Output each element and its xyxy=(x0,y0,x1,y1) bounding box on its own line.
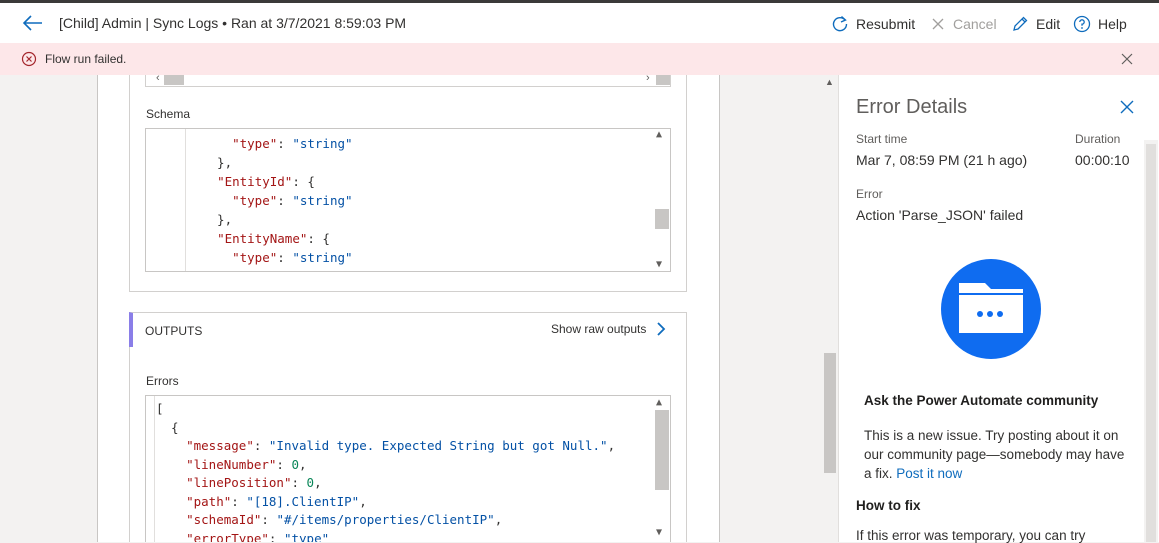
scroll-up-icon[interactable]: ▲ xyxy=(656,397,662,408)
errors-line-3: "lineNumber": 0, xyxy=(186,457,307,472)
scrollbar-thumb[interactable] xyxy=(1146,144,1156,542)
scrollbar-thumb[interactable] xyxy=(164,75,184,85)
outputs-section-label: OUTPUTS xyxy=(145,324,203,338)
errors-vertical-scrollbar[interactable]: ▲ ▼ xyxy=(654,396,670,542)
scrollbar-thumb[interactable] xyxy=(824,353,836,473)
duration-label: Duration xyxy=(1075,132,1121,146)
page-title: [Child] Admin | Sync Logs • Ran at 3/7/2… xyxy=(59,15,407,31)
edit-button[interactable]: Edit xyxy=(1011,13,1060,35)
schema-vertical-scrollbar[interactable]: ▲ ▼ xyxy=(654,129,670,271)
line-gutter xyxy=(154,396,155,542)
panel-title: Error Details xyxy=(856,96,968,118)
line-gutter xyxy=(146,129,186,271)
resubmit-button[interactable]: Resubmit xyxy=(831,13,915,35)
duration-value: 00:00:10 xyxy=(1075,152,1130,168)
how-to-fix-text: If this error was temporary, you can try xyxy=(856,528,1086,543)
scroll-up-icon[interactable]: ▲ xyxy=(656,129,662,140)
scroll-corner xyxy=(656,75,670,85)
help-label: Help xyxy=(1098,16,1127,32)
cancel-button[interactable]: Cancel xyxy=(930,13,997,35)
start-time-label: Start time xyxy=(856,132,908,146)
panel-scrollbar[interactable] xyxy=(1144,140,1158,542)
command-bar: [Child] Admin | Sync Logs • Ran at 3/7/2… xyxy=(0,3,1159,43)
scroll-down-icon[interactable]: ▼ xyxy=(656,527,662,538)
error-value: Action 'Parse_JSON' failed xyxy=(856,207,1024,223)
chevron-right-icon xyxy=(657,322,666,336)
back-arrow-icon[interactable] xyxy=(22,13,44,33)
errors-line-6: "schemaId": "#/items/properties/ClientIP… xyxy=(186,512,503,527)
schema-label: Schema xyxy=(146,107,191,121)
cancel-icon xyxy=(932,18,944,30)
schema-line-1: }, xyxy=(202,155,233,170)
scroll-right-icon[interactable]: › xyxy=(646,72,650,84)
banner-message: Flow run failed. xyxy=(45,52,127,66)
show-raw-outputs-label: Show raw outputs xyxy=(551,322,647,336)
error-circle-icon xyxy=(21,51,37,72)
schema-line-0: "type": "string" xyxy=(232,136,353,151)
errors-line-7: "errorType": "type" xyxy=(186,531,330,542)
edit-pencil-icon xyxy=(1013,16,1028,31)
start-time-value: Mar 7, 08:59 PM (21 h ago) xyxy=(856,152,1028,168)
resubmit-icon xyxy=(832,15,848,32)
error-label: Error xyxy=(856,187,883,201)
errors-line-2: "message": "Invalid type. Expected Strin… xyxy=(186,438,616,453)
schema-line-5: "EntityName": { xyxy=(217,231,330,246)
horizontal-scrollbar[interactable]: ‹ › xyxy=(145,72,671,87)
schema-code-viewer[interactable]: "type": "string" }, "EntityId": { "type"… xyxy=(145,128,671,272)
help-button[interactable]: Help xyxy=(1073,13,1127,35)
scrollbar-thumb[interactable] xyxy=(655,209,669,229)
resubmit-label: Resubmit xyxy=(856,16,916,32)
cancel-label: Cancel xyxy=(953,16,997,32)
panel-close-icon[interactable] xyxy=(1119,99,1135,120)
scroll-up-icon[interactable]: ▲ xyxy=(825,77,834,87)
how-to-fix-heading: How to fix xyxy=(856,498,921,513)
canvas-scrollbar[interactable]: ▲ xyxy=(822,75,838,542)
post-it-now-link[interactable]: Post it now xyxy=(896,466,962,481)
outputs-header: OUTPUTS Show raw outputs xyxy=(129,312,687,348)
errors-line-4: "linePosition": 0, xyxy=(186,475,322,490)
errors-line-5: "path": "[18].ClientIP", xyxy=(186,494,367,509)
errors-line-0: [ xyxy=(156,401,164,416)
banner-close-icon[interactable] xyxy=(1120,52,1134,71)
scroll-left-icon[interactable]: ‹ xyxy=(156,72,160,84)
scroll-down-icon[interactable]: ▼ xyxy=(656,259,662,270)
schema-line-6: "type": "string" xyxy=(232,250,353,265)
show-raw-outputs-link[interactable]: Show raw outputs xyxy=(551,321,666,337)
errors-line-1: { xyxy=(156,420,179,435)
schema-line-3: "type": "string" xyxy=(232,193,353,208)
scrollbar-thumb[interactable] xyxy=(655,410,669,490)
folder-illustration-icon xyxy=(941,259,1041,359)
community-heading: Ask the Power Automate community xyxy=(864,393,1099,408)
error-banner: Flow run failed. xyxy=(0,43,1159,75)
community-text-block: This is a new issue. Try posting about i… xyxy=(864,426,1134,483)
schema-line-4: }, xyxy=(202,212,233,227)
edit-label: Edit xyxy=(1036,16,1061,32)
schema-line-2: "EntityId": { xyxy=(217,174,315,189)
help-icon xyxy=(1073,15,1091,33)
errors-label: Errors xyxy=(146,374,179,388)
errors-code-viewer[interactable]: [ { "message": "Invalid type. Expected S… xyxy=(145,395,671,542)
